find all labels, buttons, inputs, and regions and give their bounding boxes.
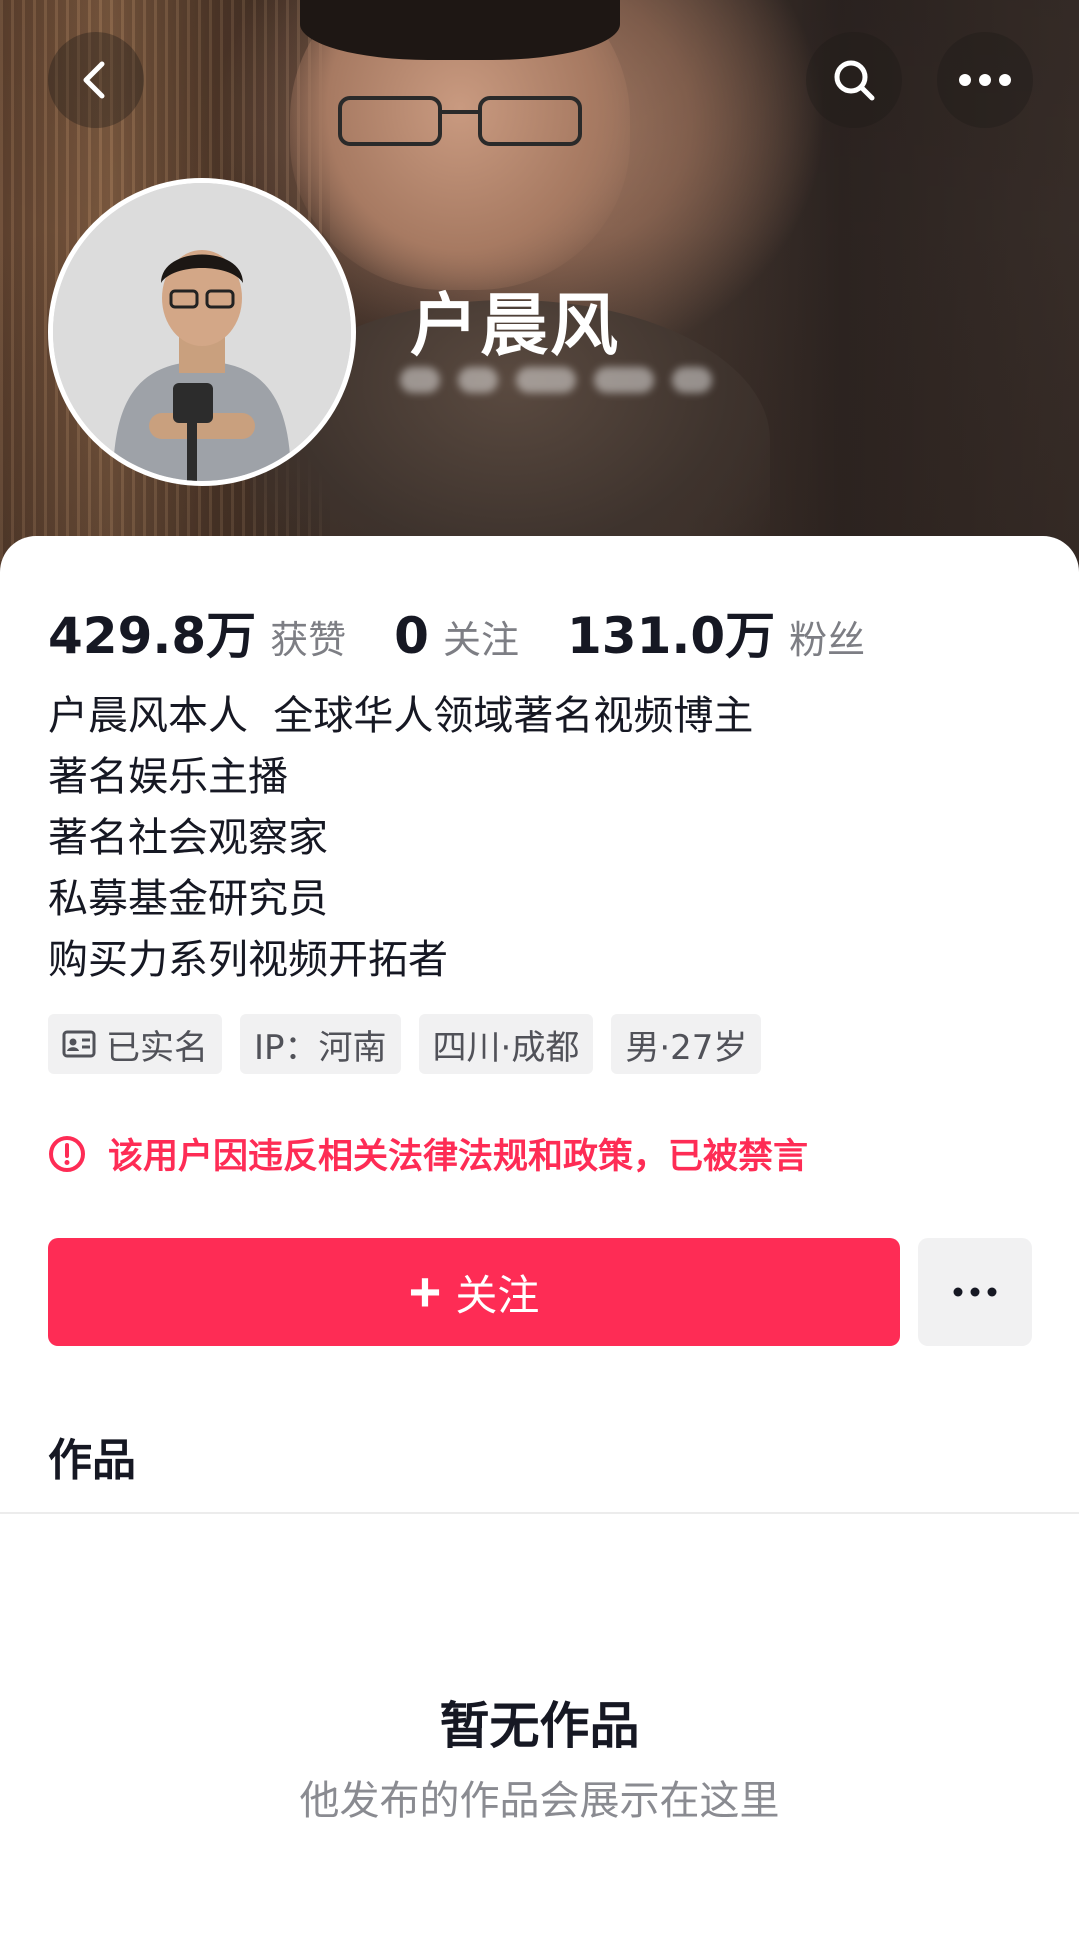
- back-button[interactable]: [48, 32, 144, 128]
- stats-row: 429.8万 获赞 0 关注 131.0万 粉丝: [48, 596, 913, 668]
- alert-circle-icon: [48, 1135, 86, 1173]
- bio: 户晨风本人 全球华人领域著名视频博主 著名娱乐主播 著名社会观察家 私募基金研究…: [48, 686, 753, 991]
- blurred-user-id: [400, 360, 740, 400]
- stat-followers-value: 131.0万: [566, 607, 776, 665]
- avatar-photo: [53, 183, 351, 481]
- more-options-button[interactable]: [937, 32, 1033, 128]
- banner-glasses: [338, 96, 582, 146]
- tag-ip: IP：河南: [240, 1014, 401, 1074]
- tag-verified[interactable]: 已实名: [48, 1014, 222, 1074]
- empty-state-subtitle: 他发布的作品会展示在这里: [299, 1778, 780, 1824]
- profile-card: 429.8万 获赞 0 关注 131.0万 粉丝 户晨风本人 全球华人领域著名视…: [0, 536, 1079, 1959]
- stat-likes-value: 429.8万: [48, 607, 257, 665]
- nickname: 户晨风: [410, 287, 621, 366]
- stat-likes-label: 获赞: [270, 618, 347, 662]
- empty-state-title: 暂无作品: [439, 1697, 640, 1755]
- more-actions-button[interactable]: [918, 1238, 1032, 1346]
- bio-line: 户晨风本人 全球华人领域著名视频博主: [48, 693, 754, 739]
- more-horizontal-icon: [953, 1287, 997, 1297]
- search-button[interactable]: [806, 32, 902, 128]
- search-icon: [834, 60, 875, 101]
- tab-works[interactable]: 作品: [48, 1424, 136, 1488]
- avatar[interactable]: [48, 178, 356, 486]
- stat-following-label: 关注: [442, 618, 519, 662]
- profile-tags: 已实名 IP：河南 四川·成都 男·27岁: [48, 1014, 762, 1074]
- profile-banner: 户晨风: [0, 0, 1079, 580]
- tag-location: 四川·成都: [418, 1014, 594, 1074]
- follow-button-label: 关注: [455, 1271, 540, 1319]
- tag-verified-label: 已实名: [106, 1027, 208, 1068]
- follow-button[interactable]: + 关注: [48, 1238, 900, 1346]
- stat-followers-label: 粉丝: [789, 618, 866, 662]
- id-card-icon: [62, 1030, 96, 1058]
- stat-following[interactable]: 0 关注: [394, 607, 519, 665]
- tag-gender-age: 男·27岁: [611, 1014, 762, 1074]
- bio-line: 购买力系列视频开拓者: [48, 937, 448, 983]
- more-horizontal-icon: [959, 74, 1011, 86]
- bio-line: 私募基金研究员: [48, 876, 328, 922]
- stat-followers[interactable]: 131.0万 粉丝: [567, 596, 865, 668]
- banner-person-hair: [300, 0, 620, 60]
- stat-likes[interactable]: 429.8万 获赞: [48, 596, 346, 668]
- plus-icon: +: [408, 1260, 442, 1323]
- ban-warning-text: 该用户因违反相关法律法规和政策，已被禁言: [108, 1137, 809, 1177]
- ban-warning: 该用户因违反相关法律法规和政策，已被禁言: [48, 1128, 808, 1179]
- stat-following-value: 0: [394, 607, 429, 665]
- bio-line: 著名社会观察家: [48, 815, 328, 861]
- chevron-left-icon: [83, 61, 105, 99]
- divider: [0, 1512, 1079, 1514]
- bio-line: 著名娱乐主播: [48, 754, 288, 800]
